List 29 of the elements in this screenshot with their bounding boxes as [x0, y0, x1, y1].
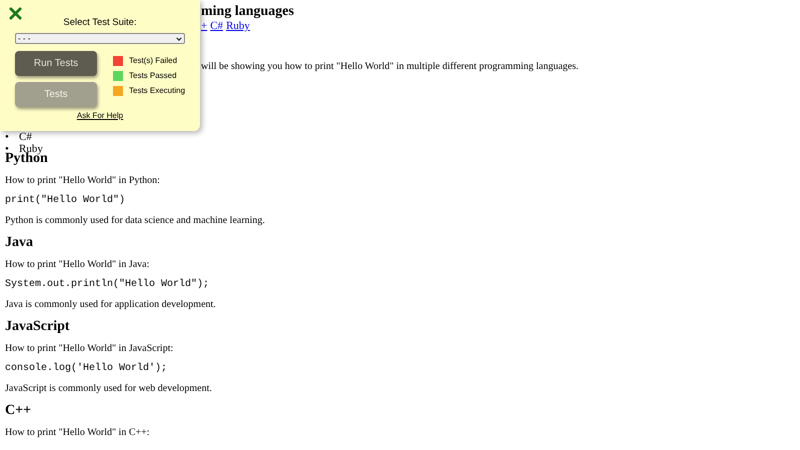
- paragraph: JavaScript is commonly used for web development.: [5, 383, 213, 395]
- legend-label: Tests Passed: [129, 71, 177, 81]
- page-title: ming languages: [201, 4, 294, 20]
- paragraph: How to print "Hello World" in Java:: [5, 259, 150, 271]
- section-heading: C++: [5, 403, 32, 419]
- nav-link[interactable]: C#: [210, 20, 224, 33]
- paragraph: How to print "Hello World" in JavaScript:: [5, 343, 174, 355]
- list-item: C#: [19, 131, 32, 143]
- suite-select[interactable]: - - -: [15, 33, 185, 44]
- test-button[interactable]: Run Tests: [15, 51, 97, 76]
- nav-link[interactable]: +: [201, 20, 208, 33]
- paragraph: How to print "Hello World" in C++:: [5, 427, 151, 439]
- section-heading: JavaScript: [5, 319, 71, 335]
- paragraph: Java is commonly used for application development.: [5, 299, 217, 311]
- code-line: console.log('Hello World');: [5, 363, 168, 375]
- close-icon[interactable]: [9, 7, 22, 20]
- legend-label: Tests Executing: [129, 86, 186, 96]
- paragraph: will be showing you how to print "Hello World" in multiple different programming languages.: [201, 61, 578, 73]
- select-label: Select Test Suite:: [63, 17, 137, 28]
- help-link[interactable]: Ask For Help: [76, 111, 124, 121]
- paragraph: How to print "Hello World" in Python:: [5, 175, 161, 187]
- code-line: print("Hello World"): [5, 195, 126, 207]
- nav-link[interactable]: Ruby: [226, 20, 250, 33]
- caret-icon: [176, 36, 182, 40]
- code-line: System.out.println("Hello World");: [5, 279, 210, 291]
- section-heading: Java: [5, 235, 34, 251]
- paragraph: Python is commonly used for data science and machine learning.: [5, 215, 266, 227]
- bullet: •: [5, 131, 10, 143]
- legend-label: Test(s) Failed: [129, 56, 178, 66]
